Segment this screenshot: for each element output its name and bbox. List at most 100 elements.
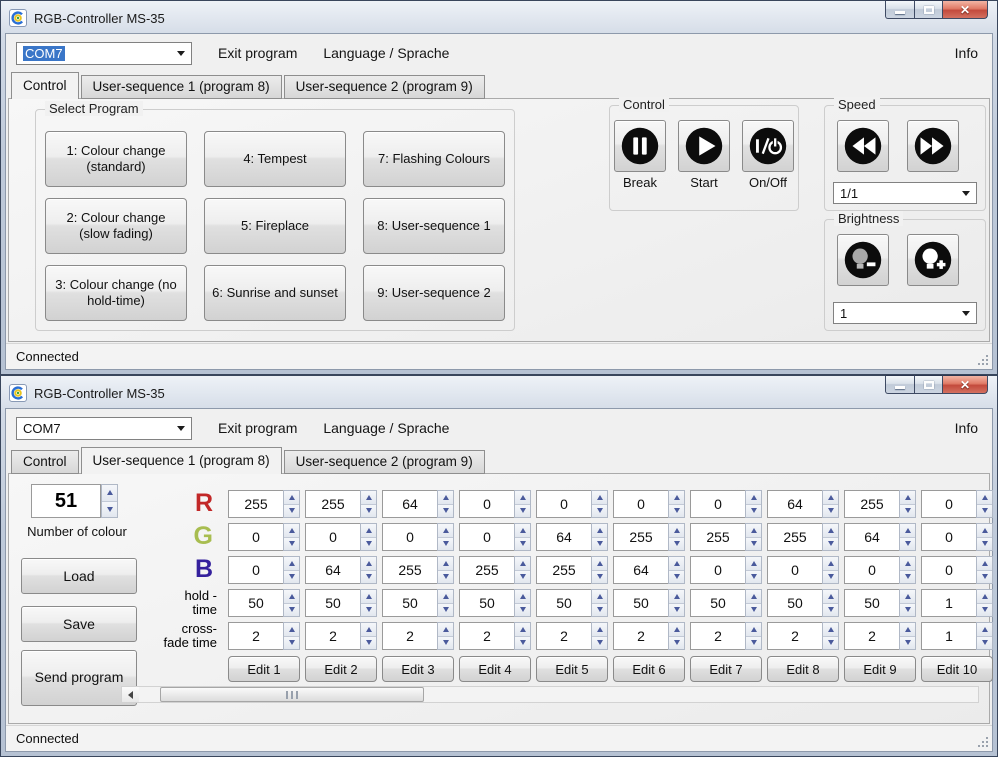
cell-g-6-up-button[interactable] xyxy=(669,524,684,537)
cell-b-1-up-button[interactable] xyxy=(284,557,299,570)
cell-b-9-up-button[interactable] xyxy=(900,557,915,570)
cell-g-2-value[interactable] xyxy=(305,523,360,551)
cell-g-8-up-button[interactable] xyxy=(823,524,838,537)
cell-hold-2-down-button[interactable] xyxy=(361,603,376,617)
cell-g-3-down-button[interactable] xyxy=(438,537,453,551)
start-button[interactable] xyxy=(678,120,730,172)
close-button[interactable]: ✕ xyxy=(942,0,988,19)
language-menuitem[interactable]: Language / Sprache xyxy=(323,420,449,436)
colour-count-up-button[interactable] xyxy=(102,485,117,501)
tab-control[interactable]: Control xyxy=(11,450,79,474)
cell-cross-3-up-button[interactable] xyxy=(438,623,453,636)
program-button-8[interactable]: 8: User-sequence 1 xyxy=(363,198,505,254)
cell-b-9-down-button[interactable] xyxy=(900,570,915,584)
cell-cross-3-value[interactable] xyxy=(382,622,437,650)
cell-hold-3-up-button[interactable] xyxy=(438,590,453,603)
cell-cross-1-up-button[interactable] xyxy=(284,623,299,636)
cell-r-9-value[interactable] xyxy=(844,490,899,518)
edit-button-1[interactable]: Edit 1 xyxy=(228,656,300,682)
cell-b-6-value[interactable] xyxy=(613,556,668,584)
cell-g-1-down-button[interactable] xyxy=(284,537,299,551)
cell-cross-8-value[interactable] xyxy=(767,622,822,650)
cell-b-1-value[interactable] xyxy=(228,556,283,584)
cell-cross-4-value[interactable] xyxy=(459,622,514,650)
edit-button-9[interactable]: Edit 9 xyxy=(844,656,916,682)
cell-hold-1-value[interactable] xyxy=(228,589,283,617)
edit-button-10[interactable]: Edit 10 xyxy=(921,656,993,682)
cell-r-5-up-button[interactable] xyxy=(592,491,607,504)
cell-r-7-down-button[interactable] xyxy=(746,504,761,518)
program-button-2[interactable]: 2: Colour change (slow fading) xyxy=(45,198,187,254)
cell-cross-2-up-button[interactable] xyxy=(361,623,376,636)
tab-user-sequence-1[interactable]: User-sequence 1 (program 8) xyxy=(81,447,282,474)
exit-program-menuitem[interactable]: Exit program xyxy=(218,420,297,436)
cell-r-6-up-button[interactable] xyxy=(669,491,684,504)
cell-r-1-value[interactable] xyxy=(228,490,283,518)
program-button-1[interactable]: 1: Colour change (standard) xyxy=(45,131,187,187)
cell-hold-6-down-button[interactable] xyxy=(669,603,684,617)
cell-r-7-up-button[interactable] xyxy=(746,491,761,504)
cell-cross-5-up-button[interactable] xyxy=(592,623,607,636)
com-port-select[interactable]: COM7 xyxy=(16,42,192,65)
hscrollbar[interactable] xyxy=(121,686,979,703)
cell-g-3-value[interactable] xyxy=(382,523,437,551)
cell-b-7-value[interactable] xyxy=(690,556,745,584)
cell-b-10-up-button[interactable] xyxy=(977,557,992,570)
program-button-9[interactable]: 9: User-sequence 2 xyxy=(363,265,505,321)
edit-button-3[interactable]: Edit 3 xyxy=(382,656,454,682)
cell-b-6-up-button[interactable] xyxy=(669,557,684,570)
edit-button-2[interactable]: Edit 2 xyxy=(305,656,377,682)
cell-r-5-down-button[interactable] xyxy=(592,504,607,518)
colour-count-input[interactable] xyxy=(31,484,101,518)
exit-program-menuitem[interactable]: Exit program xyxy=(218,45,297,61)
cell-b-2-up-button[interactable] xyxy=(361,557,376,570)
cell-cross-3-down-button[interactable] xyxy=(438,636,453,650)
send-program-button[interactable]: Send program xyxy=(21,650,137,706)
chevron-down-icon[interactable] xyxy=(171,418,191,439)
cell-g-5-up-button[interactable] xyxy=(592,524,607,537)
language-menuitem[interactable]: Language / Sprache xyxy=(323,45,449,61)
cell-g-3-up-button[interactable] xyxy=(438,524,453,537)
cell-r-8-down-button[interactable] xyxy=(823,504,838,518)
cell-g-10-up-button[interactable] xyxy=(977,524,992,537)
cell-hold-4-up-button[interactable] xyxy=(515,590,530,603)
cell-hold-2-up-button[interactable] xyxy=(361,590,376,603)
cell-b-4-value[interactable] xyxy=(459,556,514,584)
cell-b-4-down-button[interactable] xyxy=(515,570,530,584)
cell-cross-7-value[interactable] xyxy=(690,622,745,650)
cell-g-9-down-button[interactable] xyxy=(900,537,915,551)
cell-r-4-up-button[interactable] xyxy=(515,491,530,504)
chevron-down-icon[interactable] xyxy=(956,183,976,203)
cell-cross-9-down-button[interactable] xyxy=(900,636,915,650)
info-menuitem[interactable]: Info xyxy=(955,45,978,61)
titlebar[interactable]: RGB-Controller MS-35 ✕ xyxy=(4,379,994,407)
cell-r-3-down-button[interactable] xyxy=(438,504,453,518)
titlebar[interactable]: RGB-Controller MS-35 ✕ xyxy=(4,4,994,32)
cell-g-7-down-button[interactable] xyxy=(746,537,761,551)
edit-button-6[interactable]: Edit 6 xyxy=(613,656,685,682)
cell-hold-5-down-button[interactable] xyxy=(592,603,607,617)
cell-hold-10-down-button[interactable] xyxy=(977,603,992,617)
cell-b-2-value[interactable] xyxy=(305,556,360,584)
cell-b-9-value[interactable] xyxy=(844,556,899,584)
tab-user-sequence-2[interactable]: User-sequence 2 (program 9) xyxy=(284,450,485,474)
cell-hold-7-value[interactable] xyxy=(690,589,745,617)
program-button-5[interactable]: 5: Fireplace xyxy=(204,198,346,254)
cell-hold-10-value[interactable] xyxy=(921,589,976,617)
cell-hold-4-value[interactable] xyxy=(459,589,514,617)
cell-g-10-down-button[interactable] xyxy=(977,537,992,551)
cell-cross-6-up-button[interactable] xyxy=(669,623,684,636)
cell-hold-6-value[interactable] xyxy=(613,589,668,617)
tab-control[interactable]: Control xyxy=(11,72,79,99)
hscroll-thumb[interactable] xyxy=(160,687,424,702)
cell-g-5-down-button[interactable] xyxy=(592,537,607,551)
cell-r-7-value[interactable] xyxy=(690,490,745,518)
speed-down-button[interactable] xyxy=(837,120,889,172)
cell-cross-2-value[interactable] xyxy=(305,622,360,650)
cell-hold-5-up-button[interactable] xyxy=(592,590,607,603)
cell-b-10-value[interactable] xyxy=(921,556,976,584)
cell-b-1-down-button[interactable] xyxy=(284,570,299,584)
cell-b-3-value[interactable] xyxy=(382,556,437,584)
cell-g-1-up-button[interactable] xyxy=(284,524,299,537)
minimize-button[interactable] xyxy=(885,375,915,394)
